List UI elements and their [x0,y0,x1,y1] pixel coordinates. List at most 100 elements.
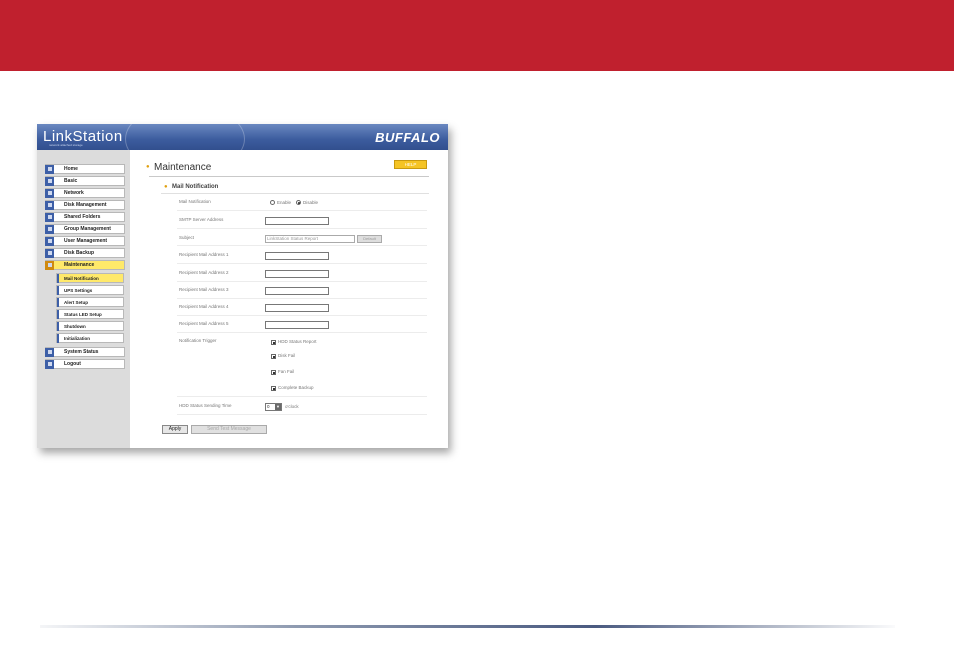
nav-item-logout[interactable]: Logout [45,359,125,369]
row-divider [177,245,427,246]
oclock-label: o'clock [285,404,299,409]
nav-item-maintenance[interactable]: Maintenance [45,260,125,270]
sending-time-select[interactable]: 0 ▼ [265,403,282,411]
subnav-alert-setup[interactable]: Alert Setup [56,297,124,307]
row-divider [177,210,427,211]
row-divider [177,396,427,397]
home-icon [45,164,54,174]
trigger-label: Notification Trigger [179,338,217,343]
subnav-label: Alert Setup [64,299,89,305]
nav-label: Group Management [64,226,111,232]
disable-label: Disable [303,200,319,205]
red-banner [0,0,954,71]
section-title: Mail Notification [172,184,219,190]
recipient-2-input[interactable] [265,270,329,278]
subject-input[interactable]: LinkStation Status Report [265,235,355,243]
subnav-initialization[interactable]: Initialization [56,333,124,343]
nav-item-network[interactable]: Network [45,188,125,198]
nav-label: Logout [64,361,81,367]
nav-label: Maintenance [64,262,95,268]
nav-item-user-management[interactable]: User Management [45,236,125,246]
nav-label: System Status [64,349,99,355]
nav-label: Network [64,190,84,196]
subject-label: Subject [179,235,195,240]
subnav-label: Mail Notification [64,275,99,281]
recipient-3-input[interactable] [265,287,329,295]
nav-item-home[interactable]: Home [45,164,125,174]
fan-fail-label: Fan Fail [278,369,295,374]
folder-icon [45,212,54,222]
subnav-label: Shutdown [64,323,86,329]
sidebar: Home Basic Network Disk Management Share… [37,150,130,448]
help-button[interactable]: HELP [394,160,427,169]
nav-label: Home [64,166,78,172]
disable-radio[interactable] [296,200,301,205]
row-divider [177,263,427,264]
hdd-status-label: HDD Status Report [278,339,317,344]
disk-icon [45,200,54,210]
buffalo-logo: BUFFALO [375,130,440,145]
nav-label: Disk Backup [64,250,95,256]
section-divider [161,193,429,194]
fan-fail-checkbox[interactable] [271,370,276,375]
nav-item-shared-folders[interactable]: Shared Folders [45,212,125,222]
row-divider [177,315,427,316]
network-icon [45,188,54,198]
default-button[interactable]: Default [357,235,382,243]
nav-item-basic[interactable]: Basic [45,176,125,186]
recipient-3-label: Recipient Mail Address 3 [179,287,229,292]
nav-label: Basic [64,178,78,184]
subnav-status-led-setup[interactable]: Status LED Setup [56,309,124,319]
disk-fail-label: Disk Fail [278,353,296,358]
row-divider [177,298,427,299]
recipient-4-label: Recipient Mail Address 4 [179,304,229,309]
recipient-4-input[interactable] [265,304,329,312]
nav-label: Disk Management [64,202,107,208]
recipient-2-label: Recipient Mail Address 2 [179,270,229,275]
send-test-message-button[interactable]: Send Test Message [191,425,267,434]
recipient-1-input[interactable] [265,252,329,260]
subnav-ups-settings[interactable]: UPS Settings [56,285,124,295]
title-bullet-icon: ● [146,164,150,170]
disk-fail-checkbox[interactable] [271,354,276,359]
subnav-label: Status LED Setup [64,311,102,317]
recipient-5-label: Recipient Mail Address 5 [179,321,229,326]
smtp-label: SMTP Server Address [179,217,224,222]
user-icon [45,236,54,246]
row-divider [177,414,427,415]
sending-time-value: 0 [267,404,270,409]
enable-label: Enable [277,200,292,205]
subnav-mail-notification[interactable]: Mail Notification [56,273,124,283]
logo-tagline: network attached storage [49,143,83,147]
nav-item-disk-backup[interactable]: Disk Backup [45,248,125,258]
subnav-shutdown[interactable]: Shutdown [56,321,124,331]
nav-item-group-management[interactable]: Group Management [45,224,125,234]
row-divider [177,228,427,229]
linkstation-screenshot: LinkStation network attached storage BUF… [37,124,448,448]
smtp-input[interactable] [265,217,329,225]
nav-item-system-status[interactable]: System Status [45,347,125,357]
sending-time-label: HDD Status Sending Time [179,403,232,408]
complete-backup-label: Complete Backup [278,385,314,390]
tools-icon [45,260,54,270]
row-divider [177,281,427,282]
row-divider [177,332,427,333]
hdd-status-checkbox[interactable] [271,340,276,345]
complete-backup-checkbox[interactable] [271,386,276,391]
recipient-5-input[interactable] [265,321,329,329]
group-icon [45,224,54,234]
basic-settings-icon [45,176,54,186]
mail-notification-label: Mail Notification [179,199,211,204]
bottom-rule [40,625,895,628]
recipient-1-label: Recipient Mail Address 1 [179,252,229,257]
backup-icon [45,248,54,258]
slide-page: LinkStation network attached storage BUF… [0,0,954,660]
apply-button[interactable]: Apply [162,425,188,434]
nav-item-disk-management[interactable]: Disk Management [45,200,125,210]
status-icon [45,347,54,357]
logout-icon [45,359,54,369]
page-title: Maintenance [154,162,212,173]
nav-label: User Management [64,238,108,244]
enable-radio[interactable] [270,200,275,205]
title-divider [149,176,429,177]
